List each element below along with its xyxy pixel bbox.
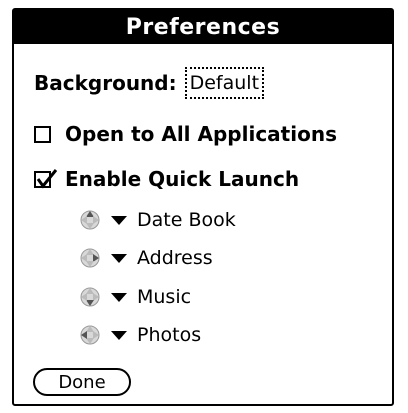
quick-launch-item: Photos — [79, 324, 201, 346]
title-bar: Preferences — [14, 10, 392, 44]
app-dropdown-trigger-3[interactable] — [111, 330, 127, 340]
checkmark-icon — [36, 168, 58, 188]
app-dropdown-trigger-0[interactable] — [111, 215, 127, 225]
background-row: Background: Default — [34, 67, 265, 99]
dpad-right-icon — [80, 248, 100, 268]
quick-launch-item: Date Book — [79, 209, 236, 231]
background-label: Background: — [34, 71, 177, 95]
open-all-checkbox[interactable] — [34, 125, 51, 143]
dialog-title: Preferences — [125, 14, 281, 40]
quick-launch-item: Address — [79, 247, 213, 269]
open-all-applications-option[interactable]: Open to All Applications — [34, 122, 337, 146]
dpad-up-icon — [80, 210, 100, 230]
quick-launch-app-label[interactable]: Address — [137, 247, 213, 269]
dpad-down-icon — [80, 287, 100, 307]
app-dropdown-trigger-1[interactable] — [111, 253, 127, 263]
open-all-label: Open to All Applications — [65, 122, 337, 146]
background-selector[interactable]: Default — [184, 67, 265, 99]
app-dropdown-trigger-2[interactable] — [111, 292, 127, 302]
dpad-left-icon — [80, 325, 100, 345]
quick-launch-app-label[interactable]: Music — [137, 286, 191, 308]
preferences-dialog: Preferences Background: Default Open to … — [12, 8, 394, 406]
quick-launch-label: Enable Quick Launch — [65, 167, 300, 191]
quick-launch-app-label[interactable]: Date Book — [137, 209, 236, 231]
quick-launch-app-label[interactable]: Photos — [137, 324, 201, 346]
quick-launch-checkbox[interactable] — [34, 168, 58, 188]
quick-launch-item: Music — [79, 286, 191, 308]
done-button[interactable]: Done — [33, 368, 131, 396]
enable-quick-launch-option[interactable]: Enable Quick Launch — [34, 167, 299, 191]
